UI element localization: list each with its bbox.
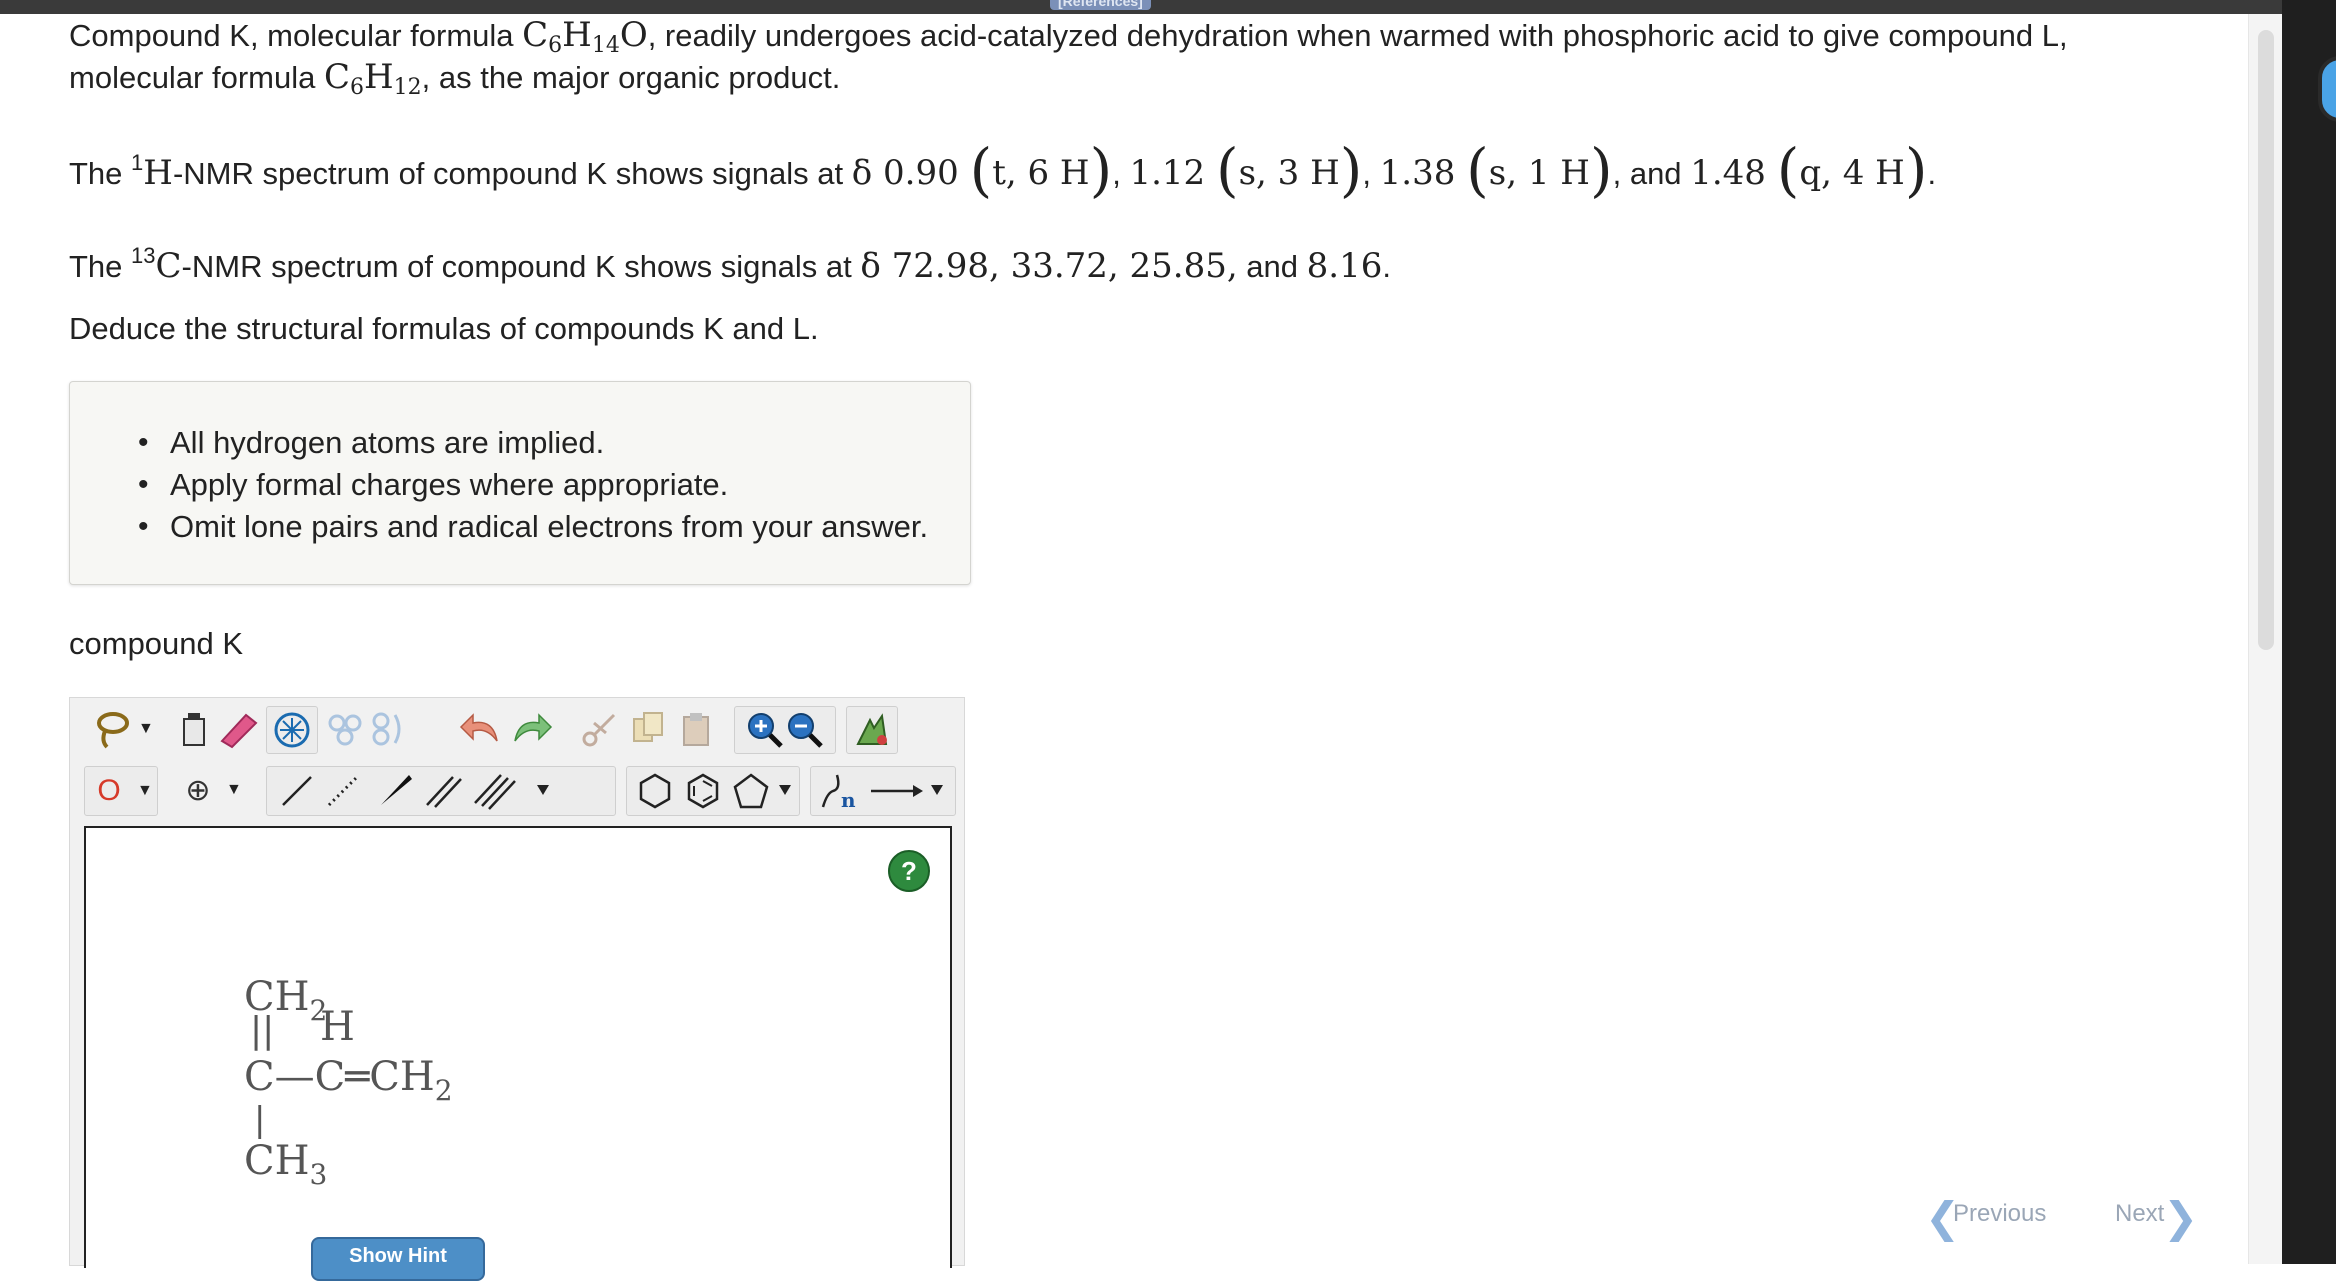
dashed-bond-icon[interactable] [327, 775, 359, 807]
redo-icon [514, 713, 553, 742]
triple-bond-icon[interactable] [474, 774, 516, 810]
formula-k: C6H14O [522, 15, 648, 58]
benzene-icon[interactable] [687, 773, 719, 809]
top-bar: [References] [0, 0, 2282, 14]
references-tab[interactable]: [References] [1050, 0, 1151, 10]
ring-tools [626, 766, 800, 816]
reaction-arrow-icon[interactable] [871, 785, 923, 797]
hnmr-sentence: The 1H-NMR spectrum of compound K shows … [69, 136, 1937, 204]
instruction-item: Apply formal charges where appropriate. [138, 464, 928, 506]
single-bond-vertical[interactable]: | [254, 1100, 265, 1140]
template-button[interactable] [266, 706, 318, 754]
hnmr-signal-2: 1.12 (s, 3 H) [1129, 136, 1363, 204]
drawing-canvas[interactable]: ? CH2 || H C—C═CH2 | CH3 [84, 826, 952, 1268]
scrollbar-thumb[interactable] [2258, 30, 2274, 650]
undo-icon [459, 713, 498, 742]
compound-k-label: compound K [69, 626, 244, 661]
show-hint-button[interactable]: Show Hint [311, 1237, 485, 1281]
atom-template-icon [274, 712, 310, 748]
double-bond-vertical[interactable]: || [250, 1010, 274, 1051]
atom-selector[interactable]: O ▼ [84, 766, 158, 816]
ungroup-icon [372, 712, 401, 746]
repeat-unit-icon[interactable]: n [821, 774, 856, 812]
zoom-out-icon[interactable] [785, 710, 825, 750]
hnmr-signal-4: 1.48 (q, 4 H) [1690, 136, 1928, 204]
chevron-right-icon[interactable]: ❯ [2163, 1193, 2198, 1242]
clear-canvas-button[interactable] [174, 706, 214, 752]
copy-icon [633, 712, 663, 742]
lasso-icon [97, 712, 129, 749]
ungroup-button[interactable] [366, 706, 408, 752]
double-bond-icon[interactable] [426, 776, 462, 808]
zoom-controls [734, 706, 836, 754]
single-bond-icon[interactable] [282, 776, 312, 806]
cnmr-sentence: The 13C-NMR spectrum of compound K shows… [69, 243, 1391, 286]
wedge-bond-icon[interactable] [381, 775, 412, 805]
cnmr-values: δ 72.98, 33.72, 25.85, [860, 246, 1238, 286]
deduce-prompt: Deduce the structural formulas of compou… [69, 311, 819, 346]
hnmr-signal-1: δ 0.90 (t, 6 H) [851, 136, 1113, 204]
bond-tools [266, 766, 616, 816]
lasso-tool[interactable]: ▼ [82, 706, 154, 752]
hnmr-signal-3: 1.38 (s, 1 H) [1379, 136, 1613, 204]
scissors-icon [582, 713, 616, 747]
clean-structure-button[interactable] [846, 706, 898, 754]
instruction-item: Omit lone pairs and radical electrons fr… [138, 506, 928, 548]
structure-editor: ▼ O ▼ ⊕ ▼ n ? CH2 || H C—C═CH2 | CH3 [69, 697, 965, 1268]
group-button[interactable] [324, 706, 366, 752]
atom-label-ch3[interactable]: CH3 [244, 1138, 327, 1191]
formula-l: C6H12 [323, 57, 422, 100]
paste-icon [683, 713, 709, 746]
charge-selector[interactable]: ⊕ ▼ [174, 766, 246, 814]
instructions-list: All hydrogen atoms are implied. Apply fo… [70, 422, 928, 548]
eraser-button[interactable] [214, 706, 262, 752]
svg-text:n: n [841, 788, 856, 812]
cyclopentane-icon[interactable] [733, 773, 769, 809]
instruction-item: All hydrogen atoms are implied. [138, 422, 928, 464]
paste-button[interactable] [672, 706, 720, 752]
clean-icon [856, 713, 888, 745]
undo-button[interactable] [456, 706, 506, 752]
window-edge [2282, 0, 2336, 1264]
instructions-box: All hydrogen atoms are implied. Apply fo… [69, 381, 971, 585]
side-widget-button[interactable] [2318, 56, 2336, 122]
question-line-2: molecular formula C6H12, as the major or… [69, 57, 841, 100]
trash-icon [183, 713, 205, 746]
help-button[interactable]: ? [888, 850, 930, 892]
next-button[interactable]: Next [2115, 1200, 2164, 1228]
misc-tools: n [810, 766, 956, 816]
eraser-icon [220, 713, 258, 749]
atom-label-main-chain[interactable]: C—C═CH2 [244, 1054, 453, 1107]
atom-label-h[interactable]: H [320, 1004, 355, 1050]
redo-button[interactable] [506, 706, 556, 752]
previous-button[interactable]: Previous [1953, 1200, 2046, 1228]
zoom-in-icon[interactable] [745, 710, 785, 750]
cut-button[interactable] [576, 706, 624, 752]
group-icon [328, 714, 362, 746]
copy-button[interactable] [624, 706, 672, 752]
cyclohexane-icon[interactable] [639, 773, 671, 809]
charge-icon: ⊕ [185, 773, 211, 807]
